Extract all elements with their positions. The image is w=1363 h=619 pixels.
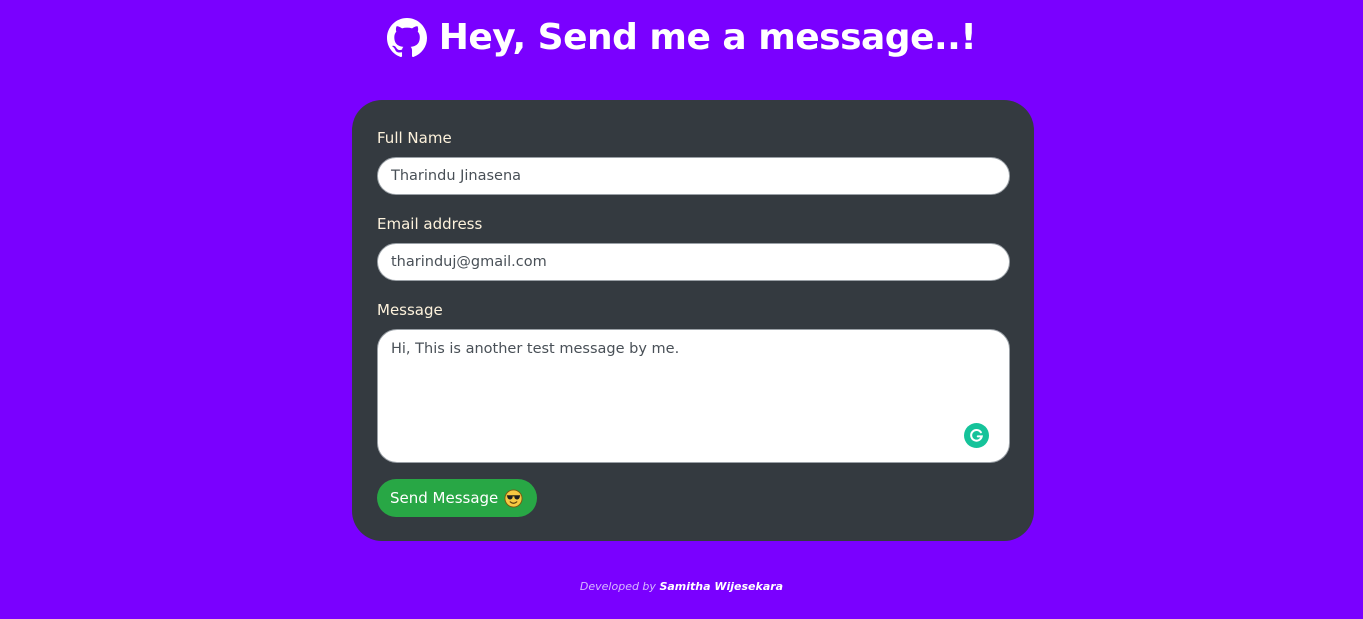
contact-form: Full Name Tharindu Jinasena Email addres… <box>352 100 1034 541</box>
page-header: Hey, Send me a message..! <box>0 14 1363 62</box>
full-name-label: Full Name <box>377 129 452 147</box>
footer-prefix: Developed by <box>579 580 656 593</box>
footer-credit: Developed by Samitha Wijesekara <box>0 579 1363 595</box>
message-textarea[interactable]: Hi, This is another test message by me. <box>377 329 1010 463</box>
message-label: Message <box>377 301 443 319</box>
sunglasses-emoji-icon <box>504 488 523 508</box>
footer-author: Samitha Wijesekara <box>659 580 784 593</box>
email-label: Email address <box>377 215 483 233</box>
page-title: Hey, Send me a message..! <box>438 17 977 58</box>
github-icon[interactable] <box>386 18 427 58</box>
grammarly-icon[interactable] <box>964 423 989 448</box>
message-text: Hi, This is another test message by me. <box>391 341 680 357</box>
send-message-button[interactable]: Send Message <box>377 479 538 517</box>
send-message-label: Send Message <box>390 489 499 507</box>
full-name-input[interactable]: Tharindu Jinasena <box>377 157 1010 195</box>
email-input[interactable]: tharinduj@gmail.com <box>377 243 1010 281</box>
